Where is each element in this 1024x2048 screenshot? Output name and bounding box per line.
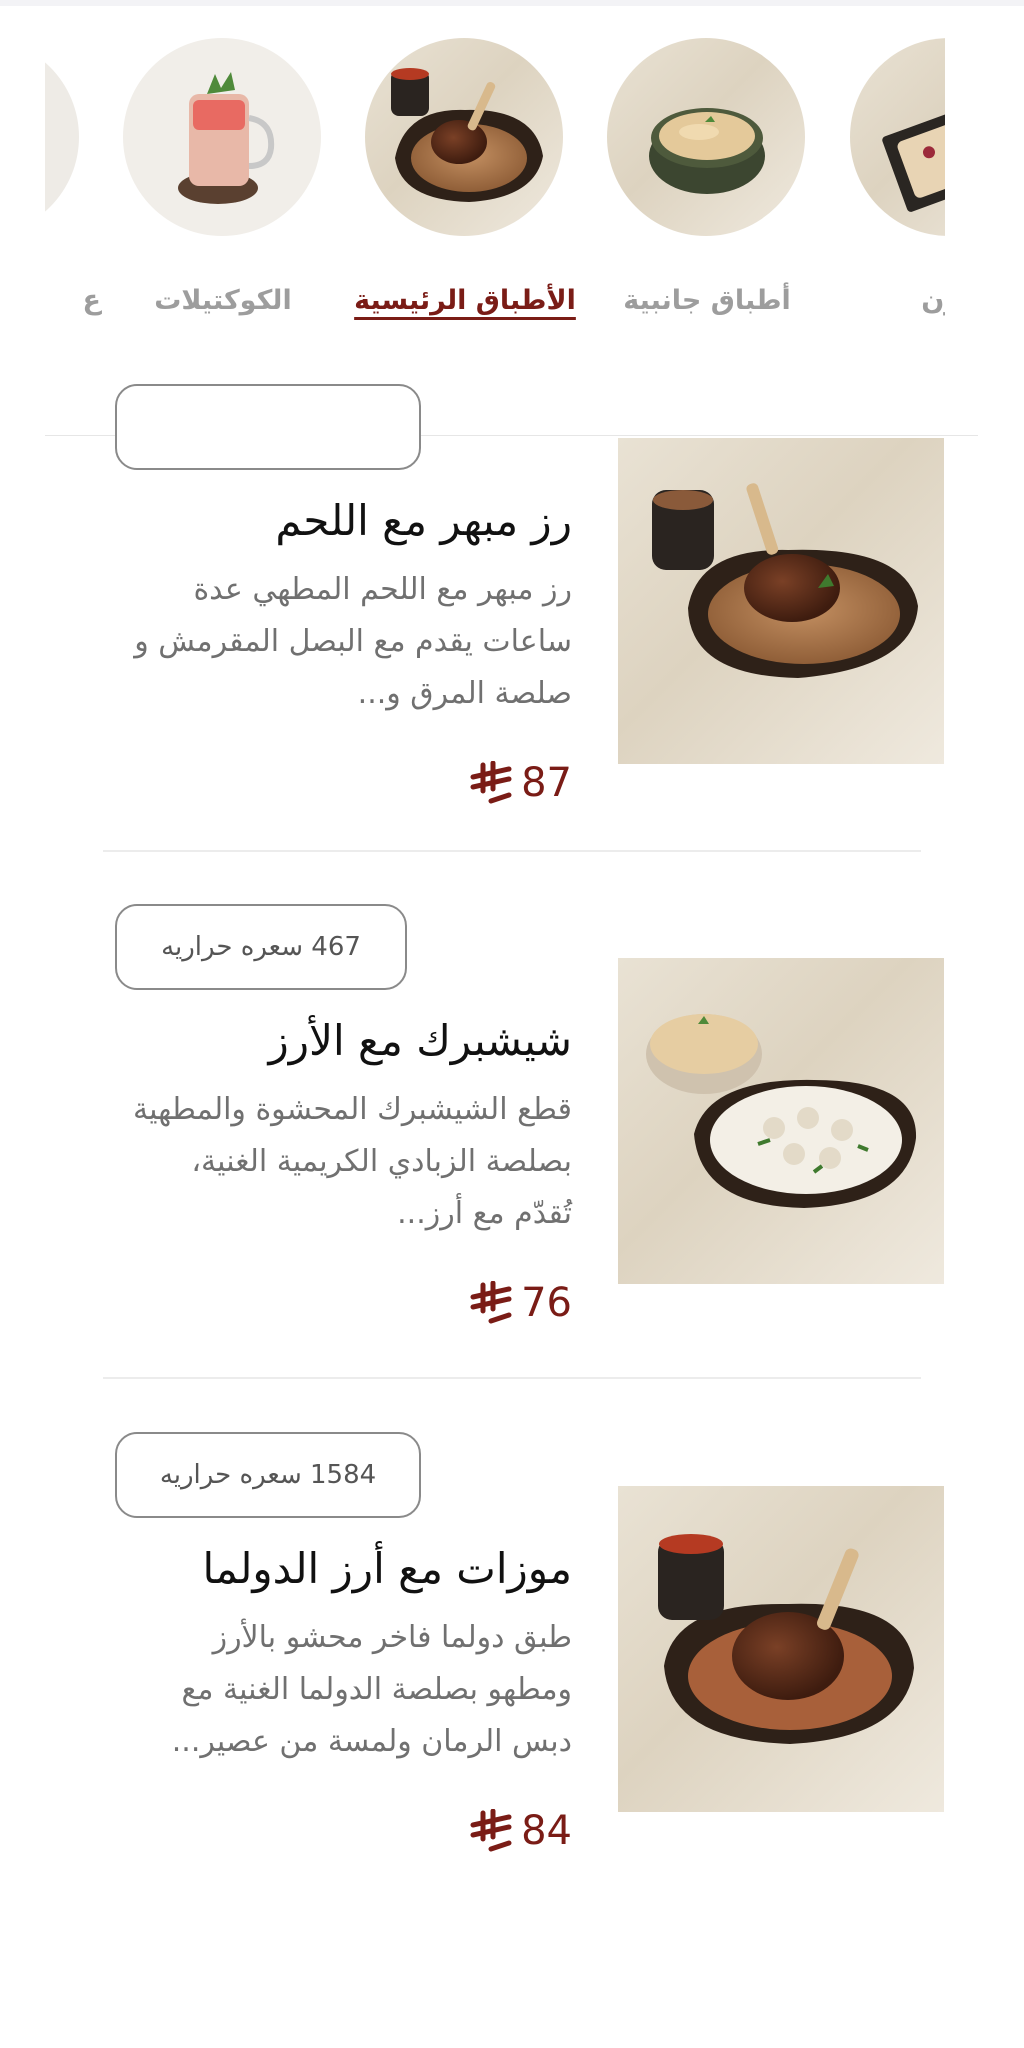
price-value: 87	[521, 760, 572, 806]
status-bar	[0, 0, 1024, 6]
item-price: 87	[469, 760, 572, 806]
item-description: رز مبهر مع اللحم المطهي عدة ساعات يقدم م…	[134, 572, 572, 711]
category-label: الأطباق الرئيسية	[354, 285, 576, 316]
price-value: 76	[521, 1280, 572, 1326]
divider	[103, 1377, 921, 1379]
category-label: الكوكتيلات	[154, 285, 292, 316]
price-value: 84	[521, 1808, 572, 1854]
category-carousel[interactable]: فرن أطباق جانبية	[45, 30, 945, 320]
riyal-currency-icon	[470, 1281, 512, 1324]
item-title: شيشبرك مع الأرز	[268, 1016, 572, 1065]
item-description: قطع الشيشبرك المحشوة والمطهية بصلصة الزب…	[133, 1092, 572, 1231]
shishbarak-yogurt-photo	[618, 958, 944, 1284]
calories-label: سعره حراريه	[159, 1460, 302, 1490]
menu-item[interactable]: رز مبهر مع اللحم رز مبهر مع اللحم المطهي…	[0, 384, 1024, 958]
item-price: 76	[469, 1280, 572, 1326]
category-tab-oven[interactable]: فرن	[850, 30, 945, 320]
calories-badge: 467 سعره حراريه	[115, 904, 407, 990]
dessert-plate-icon	[850, 38, 945, 236]
menu-item[interactable]: 467 سعره حراريه شيشبرك مع الأرز قطع الشي…	[0, 904, 1024, 1478]
category-label: أطباق جانبية	[623, 285, 791, 316]
category-tab-cocktails[interactable]: الكوكتيلات	[123, 30, 323, 320]
lamb-dolma-rice-photo	[618, 1486, 944, 1812]
item-description: طبق دولما فاخر محشو بالأرز ومطهو بصلصة ا…	[171, 1620, 572, 1759]
lamb-rice-icon	[365, 38, 563, 236]
calories-badge: 1584 سعره حراريه	[115, 1432, 421, 1518]
calories-value: 1584	[310, 1460, 377, 1490]
lamb-shank-rice-photo	[618, 438, 944, 764]
calories-value: 467	[311, 932, 361, 962]
calories-badge	[115, 384, 421, 470]
item-price: 84	[469, 1808, 572, 1854]
calories-label: سعره حراريه	[161, 932, 304, 962]
divider	[103, 850, 921, 852]
partial-category-icon	[45, 38, 79, 236]
category-tab-partial[interactable]: ع	[45, 30, 101, 320]
item-title: موزات مع أرز الدولما	[202, 1544, 573, 1593]
rice-bowl-icon	[607, 38, 805, 236]
category-tab-main-dishes[interactable]: الأطباق الرئيسية	[354, 30, 576, 320]
category-label: ع	[82, 285, 101, 316]
item-title: رز مبهر مع اللحم	[275, 496, 572, 545]
menu-item[interactable]: 1584 سعره حراريه موزات مع أرز الدولما طب…	[0, 1432, 1024, 2006]
category-tab-side-dishes[interactable]: أطباق جانبية	[607, 30, 807, 320]
riyal-currency-icon	[470, 1809, 512, 1852]
category-label: فرن	[921, 285, 945, 316]
riyal-currency-icon	[470, 761, 512, 804]
cocktail-glass-icon	[123, 38, 321, 236]
